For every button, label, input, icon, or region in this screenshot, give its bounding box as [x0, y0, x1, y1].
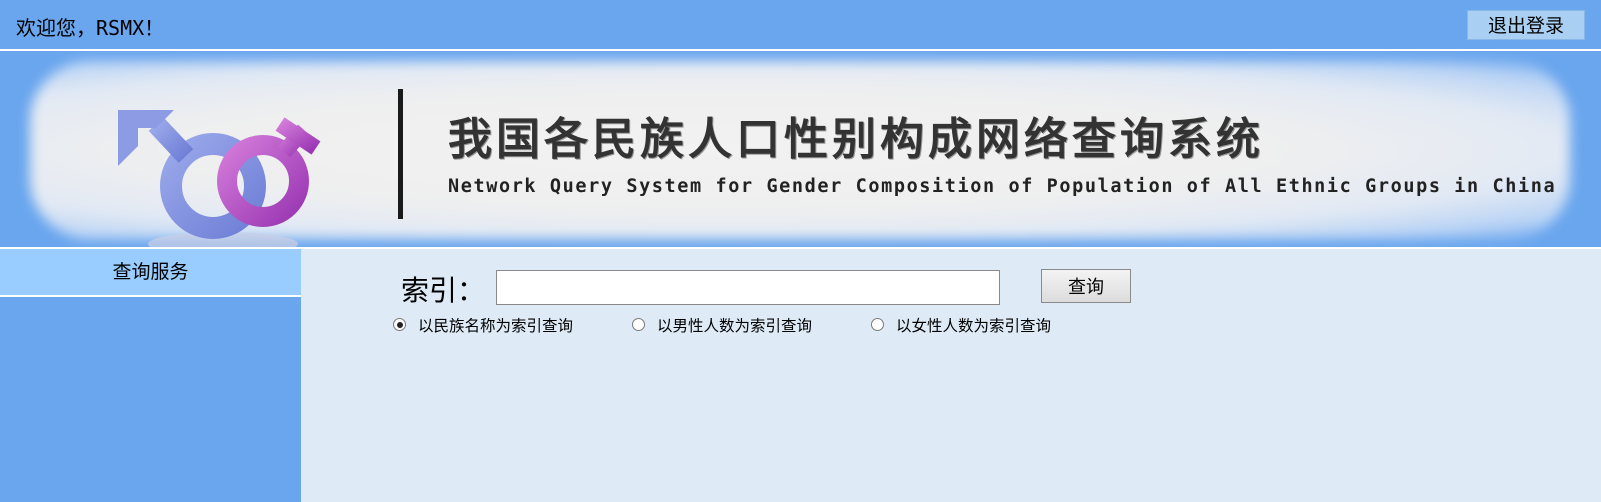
banner-divider — [398, 89, 403, 219]
radio-unchecked-icon[interactable] — [871, 318, 884, 331]
main-panel: 索引： 查询 以民族名称为索引查询 以男性人数为索引查询 以女性人数为索引查询 — [301, 249, 1601, 502]
sidebar: 查询服务 — [0, 249, 301, 502]
system-title-en: Network Query System for Gender Composit… — [448, 176, 1557, 197]
logout-button[interactable]: 退出登录 — [1467, 10, 1585, 40]
gender-symbols-logo-icon — [118, 110, 321, 247]
radio-label: 以女性人数为索引查询 — [896, 317, 1052, 335]
search-input[interactable] — [496, 270, 1000, 305]
system-title-cn: 我国各民族人口性别构成网络查询系统 — [448, 114, 1264, 165]
radio-checked-icon[interactable] — [393, 318, 406, 331]
banner: 我国各民族人口性别构成网络查询系统 Network Query System f… — [0, 51, 1601, 247]
query-button[interactable]: 查询 — [1041, 269, 1131, 303]
radio-option-ethnic-name[interactable]: 以民族名称为索引查询 — [393, 314, 574, 335]
radio-option-female-count[interactable]: 以女性人数为索引查询 — [871, 314, 1052, 335]
radio-unchecked-icon[interactable] — [632, 318, 645, 331]
top-bar: 欢迎您，RSMX！ 退出登录 — [0, 0, 1601, 51]
radio-label: 以民族名称为索引查询 — [418, 317, 574, 335]
radio-option-male-count[interactable]: 以男性人数为索引查询 — [632, 314, 813, 335]
index-label: 索引： — [401, 274, 486, 307]
welcome-text: 欢迎您，RSMX！ — [16, 16, 165, 40]
sidebar-item-query-service[interactable]: 查询服务 — [0, 249, 301, 297]
radio-label: 以男性人数为索引查询 — [657, 317, 813, 335]
